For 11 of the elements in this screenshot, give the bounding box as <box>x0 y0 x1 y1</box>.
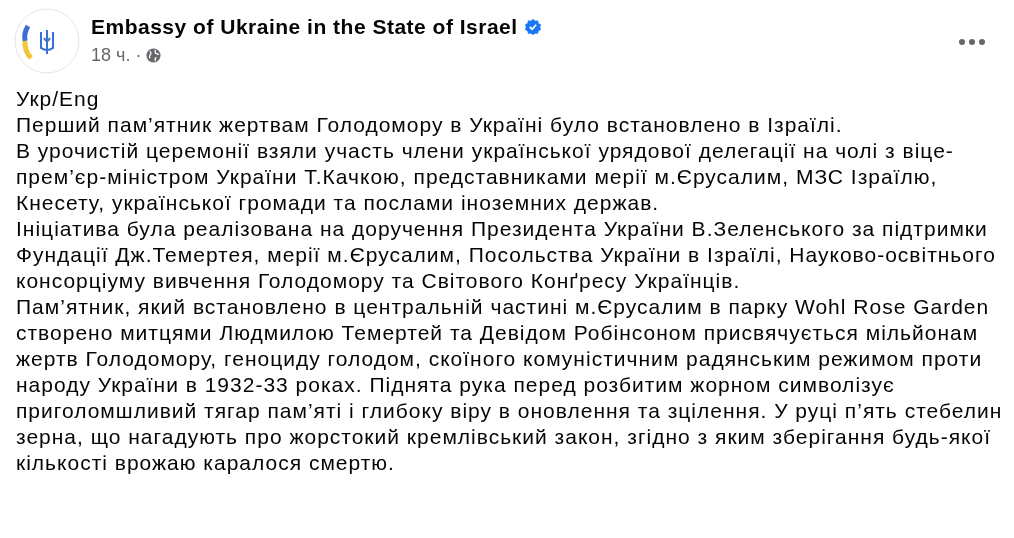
ellipsis-icon <box>959 39 985 45</box>
page-name[interactable]: Embassy of Ukraine in the State of Israel <box>91 14 518 40</box>
post-paragraph: Перший пам’ятник жертвам Голодомору в Україні було встановлено в Ізраїлі. <box>16 112 844 138</box>
separator-dot: · <box>135 44 142 67</box>
globe-icon <box>146 48 162 63</box>
post-paragraph: Укр/Eng <box>16 86 101 112</box>
post-paragraph: Ініціатива була реалізована на доручення Президента України В.Зеленського за підтримки Фундації Дж.Темертея, мерії м.Єрусалим, Посольства України в Ізраїлі, Науково-освітнього консорціуму вивчення Голодомору та Світового Конґресу Українців. <box>16 216 997 294</box>
post-time[interactable]: 18 ч. <box>91 42 131 69</box>
avatar-icon[interactable] <box>14 8 80 74</box>
post-paragraph: Пам’ятник, який встановлено в центральній частині м.Єрусалим в парку Wohl Rose Garden створено митцями Людмилою Темертей та Девідом Робінсоном присвячується мільйонам жертв Голодомору, геноциду голодом, скоїного комуністичним радянським режимом проти народу України в 1932-33 роках. Піднята рука перед розбитим жорном символізує приголомшливий тягар пам’яті і глибоку віру в оновлення та зцілення. У руці п’ять стебелин зерна, що нагадують про жорстокий кремлівський закон, згідно з яким зберігання будь-якої кількості врожаю каралося смертю. <box>16 294 1004 476</box>
post-paragraph: В урочистій церемонії взяли участь члени української урядової делегації на чолі з віце-прем’єр-міністром України Т.Качкою, представниками мерії м.Єрусалим, МЗС Ізраїлю, Кнесету, української громади та послами іноземних держав. <box>16 138 955 216</box>
